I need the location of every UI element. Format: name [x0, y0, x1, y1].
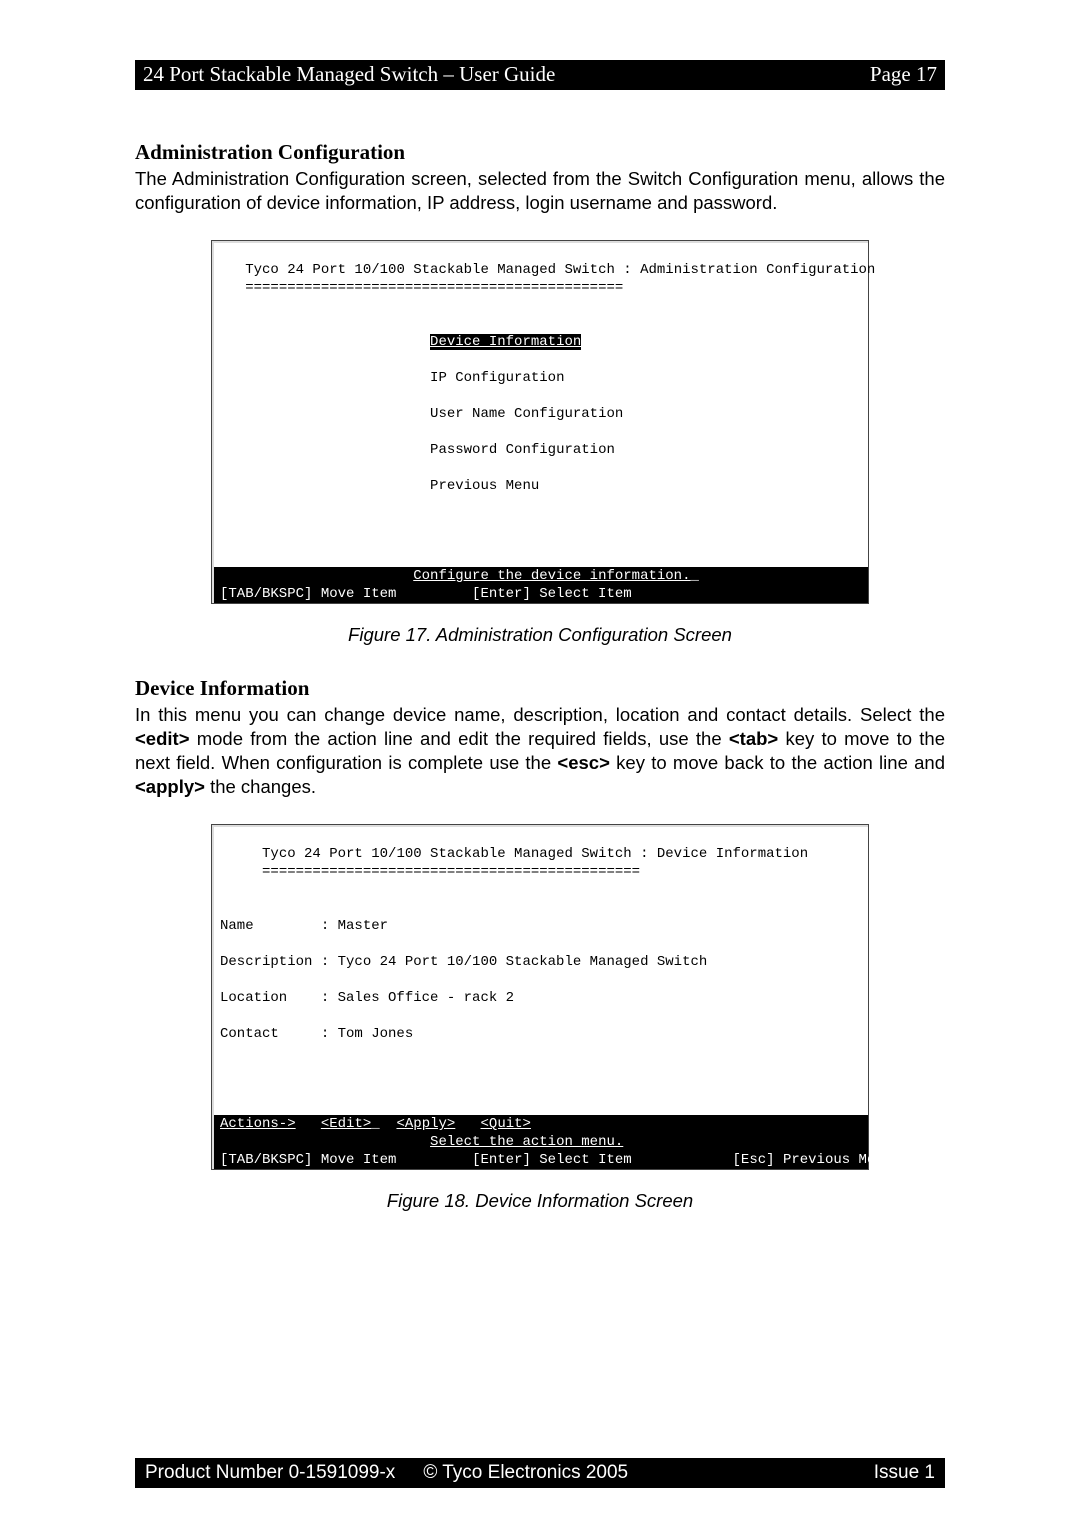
term2-action-edit[interactable]: <Edit>: [321, 1116, 371, 1132]
figure-caption-18: Figure 18. Device Information Screen: [135, 1190, 945, 1212]
term1-hint-line: Configure the device information._: [214, 567, 868, 585]
term2-title: Tyco 24 Port 10/100 Stackable Managed Sw…: [214, 845, 868, 863]
page-header-bar: 24 Port Stackable Managed Switch – User …: [135, 60, 945, 90]
footer-issue: Issue 1: [874, 1462, 935, 1484]
section-heading-admin-config: Administration Configuration: [135, 140, 945, 165]
term1-menu-user-name[interactable]: User Name Configuration: [214, 405, 868, 423]
section-body-device-info: In this menu you can change device name,…: [135, 703, 945, 799]
header-title: 24 Port Stackable Managed Switch – User …: [143, 62, 555, 87]
page: 24 Port Stackable Managed Switch – User …: [0, 0, 1080, 1528]
footer-copyright: © Tyco Electronics 2005: [423, 1462, 628, 1484]
term1-menu-ip-config[interactable]: IP Configuration: [214, 369, 868, 387]
footer-product-number: Product Number 0-1591099-x: [145, 1462, 395, 1484]
term2-field-location[interactable]: Location : Sales Office - rack 2: [214, 989, 868, 1007]
terminal-device-info: Tyco 24 Port 10/100 Stackable Managed Sw…: [211, 824, 869, 1170]
header-page-number: Page 17: [870, 62, 937, 87]
term1-menu-previous[interactable]: Previous Menu: [214, 477, 868, 495]
term1-title: Tyco 24 Port 10/100 Stackable Managed Sw…: [214, 261, 868, 279]
term2-nav-hints: [TAB/BKSPC] Move Item [Enter] Select Ite…: [214, 1151, 868, 1169]
figure-caption-17: Figure 17. Administration Configuration …: [135, 624, 945, 646]
term2-field-name[interactable]: Name : Master: [214, 917, 868, 935]
term2-action-quit[interactable]: <Quit>: [481, 1116, 531, 1132]
term2-actions-line: Actions-> <Edit>_ <Apply> <Quit>: [214, 1115, 868, 1133]
term1-rule: ========================================…: [214, 279, 868, 297]
term2-action-apply[interactable]: <Apply>: [396, 1116, 455, 1132]
term2-hint-top: Select the action menu.: [214, 1133, 868, 1151]
term1-menu-password[interactable]: Password Configuration: [214, 441, 868, 459]
term2-rule: ========================================…: [214, 863, 868, 881]
page-footer-bar: Product Number 0-1591099-x © Tyco Electr…: [135, 1458, 945, 1488]
term2-field-contact[interactable]: Contact : Tom Jones: [214, 1025, 868, 1043]
section-heading-device-info: Device Information: [135, 676, 945, 701]
section-body-admin-config: The Administration Configuration screen,…: [135, 167, 945, 215]
terminal-admin-config: Tyco 24 Port 10/100 Stackable Managed Sw…: [211, 240, 869, 604]
term1-nav-hints: [TAB/BKSPC] Move Item [Enter] Select Ite…: [214, 585, 868, 603]
term2-field-description[interactable]: Description : Tyco 24 Port 10/100 Stacka…: [214, 953, 868, 971]
term1-menu-device-info[interactable]: Device Information: [214, 333, 868, 351]
